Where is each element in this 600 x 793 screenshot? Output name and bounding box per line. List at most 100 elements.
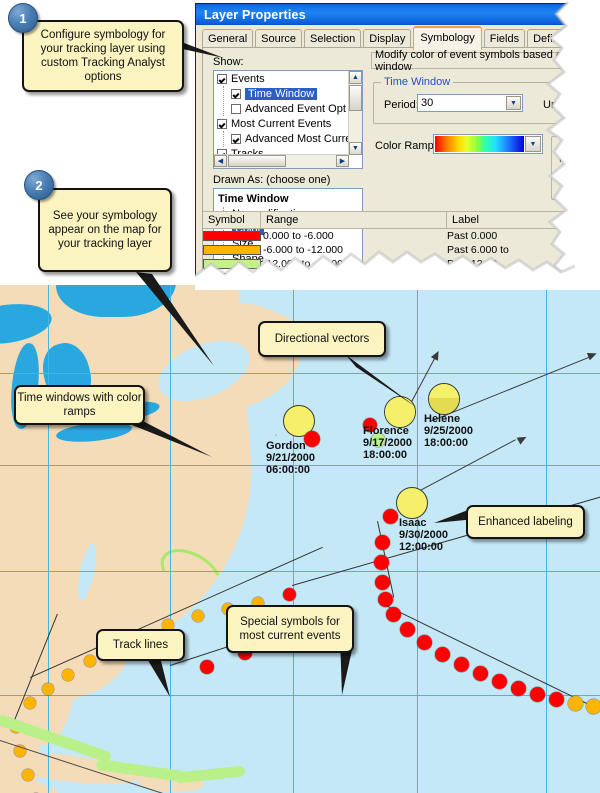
track-point bbox=[435, 647, 450, 662]
tree-item-time-window[interactable]: Time Window bbox=[214, 86, 349, 101]
badge-number: 2 bbox=[35, 177, 43, 193]
description-box: Modify color of event symbols based on t… bbox=[371, 49, 594, 73]
callout-enhanced-labeling: Enhanced labeling bbox=[466, 505, 585, 539]
checkbox-icon[interactable] bbox=[231, 88, 241, 99]
tree-item-events[interactable]: Events bbox=[214, 71, 349, 86]
callout-text: Special symbols for most current events bbox=[239, 616, 341, 642]
storm-label-gordon: Gordon 9/21/2000 06:00:00 bbox=[266, 440, 315, 476]
tree-scrollbar-horizontal[interactable]: ◀ ▶ bbox=[214, 154, 349, 168]
grid-line-horizontal bbox=[0, 373, 600, 374]
tree-scrollbar-vertical[interactable]: ▲ ▼ bbox=[348, 71, 362, 155]
scroll-thumb-vertical[interactable] bbox=[349, 85, 362, 111]
grid-line-horizontal bbox=[0, 571, 600, 572]
tree-item-advanced-most-current[interactable]: Advanced Most Curre bbox=[214, 131, 349, 146]
column-header-label[interactable]: Label bbox=[447, 212, 594, 228]
range-text: -6.000 to -12.000 bbox=[263, 244, 343, 256]
label-text: Past 0.000 bbox=[447, 230, 498, 242]
track-point bbox=[530, 687, 545, 702]
track-point bbox=[400, 622, 415, 637]
layer-properties-dialog[interactable]: Layer Properties General Source Selectio… bbox=[195, 3, 595, 286]
header-text: Range bbox=[266, 214, 299, 226]
label-text: Past 12.00 bbox=[447, 258, 498, 270]
track-point bbox=[375, 575, 390, 590]
callout-time-windows: Time windows with color ramps bbox=[14, 385, 145, 425]
map-canvas[interactable]: Florence 9/17/2000 18:00:00 Helene 9/25/… bbox=[0, 285, 600, 793]
track-point bbox=[24, 697, 36, 709]
track-point bbox=[492, 674, 507, 689]
scroll-up-button[interactable]: ▲ bbox=[349, 71, 362, 84]
drawn-as-label: Drawn As: (choose one) bbox=[213, 174, 331, 186]
track-point bbox=[375, 535, 390, 550]
tab-label: Selection bbox=[310, 33, 356, 45]
column-header-range[interactable]: Range bbox=[261, 212, 447, 228]
track-point bbox=[283, 588, 296, 601]
tab-strip[interactable]: General Source Selection Display Symbolo… bbox=[202, 26, 594, 50]
tab-selection[interactable]: Selection bbox=[304, 29, 362, 48]
how-combobox[interactable]: Pas bbox=[585, 148, 594, 166]
callout-track-lines: Track lines bbox=[96, 629, 185, 661]
current-event-symbol-isaac[interactable] bbox=[396, 487, 428, 519]
tab-source[interactable]: Source bbox=[255, 29, 302, 48]
callout-text: See your symbology appear on the map for… bbox=[48, 210, 162, 250]
callout-text: Enhanced labeling bbox=[478, 516, 573, 528]
drawn-as-header: Time Window bbox=[218, 193, 289, 205]
tab-symbology[interactable]: Symbology bbox=[413, 26, 482, 50]
symbol-swatch[interactable] bbox=[203, 245, 261, 255]
track-point bbox=[549, 692, 564, 707]
symbol-swatch[interactable] bbox=[203, 231, 261, 241]
track-point bbox=[511, 681, 526, 696]
period-combobox[interactable]: 30 ▼ bbox=[417, 94, 523, 112]
storm-time: 18:00:00 bbox=[424, 437, 469, 449]
chevron-down-icon[interactable]: ▼ bbox=[525, 136, 541, 152]
table-row[interactable]: 0.000 to -6.000 Past 0.000 bbox=[203, 230, 594, 242]
track-point bbox=[454, 657, 469, 672]
color-ramp-preview bbox=[435, 136, 524, 152]
tab-definition-query[interactable]: Definition Query bbox=[527, 29, 594, 48]
callout-text: Configure symbology for your tracking la… bbox=[40, 29, 166, 83]
storm-date: 9/25/2000 bbox=[424, 425, 473, 437]
dialog-title-bar[interactable]: Layer Properties bbox=[196, 4, 594, 25]
range-text: -12.000 to -18.000 bbox=[263, 258, 349, 270]
callout-special-symbols: Special symbols for most current events bbox=[226, 605, 354, 653]
color-ramp-combobox[interactable]: ▼ bbox=[433, 134, 543, 154]
units-combobox[interactable]: Day bbox=[573, 94, 594, 112]
column-header-symbol[interactable]: Symbol bbox=[203, 212, 261, 228]
tree-item-most-current-events[interactable]: Most Current Events bbox=[214, 116, 349, 131]
track-point bbox=[473, 666, 488, 681]
track-point bbox=[383, 509, 398, 524]
checkbox-icon[interactable] bbox=[217, 73, 227, 84]
tree-item-label: Most Current Events bbox=[231, 117, 332, 130]
tab-label: Display bbox=[369, 33, 406, 45]
tab-fields[interactable]: Fields bbox=[483, 29, 526, 48]
range-text: -18.000 to -24.000 bbox=[263, 272, 349, 284]
checkbox-icon[interactable] bbox=[231, 133, 241, 144]
chevron-down-icon[interactable]: ▼ bbox=[506, 96, 521, 110]
tab-display[interactable]: Display bbox=[363, 29, 412, 48]
show-tree-listbox[interactable]: Events Time Window Advanced Event Opt Mo… bbox=[213, 70, 363, 169]
tree-item-advanced-event-opt[interactable]: Advanced Event Opt bbox=[214, 101, 349, 116]
table-row[interactable]: -12.000 to -18.000 Past 12.00 bbox=[203, 258, 594, 270]
leader-line-track-lines bbox=[146, 657, 170, 697]
scroll-down-button[interactable]: ▼ bbox=[349, 142, 362, 155]
table-row[interactable]: -18.000 to -24.000 Past 18.0 bbox=[203, 272, 594, 284]
tree-item-label: Time Window bbox=[245, 87, 318, 100]
classification-groupbox bbox=[551, 136, 594, 200]
table-row[interactable]: -6.000 to -12.000 Past 6.000 to bbox=[203, 244, 594, 256]
callout-text: Time windows with color ramps bbox=[17, 392, 142, 418]
scroll-left-button[interactable]: ◀ bbox=[214, 155, 227, 167]
scroll-thumb-horizontal[interactable] bbox=[228, 155, 286, 167]
track-point bbox=[192, 610, 204, 622]
track-green-caribbean-3 bbox=[174, 765, 246, 784]
arrowhead-icon bbox=[586, 349, 599, 361]
symbol-table-header: Symbol Range Label bbox=[203, 211, 594, 229]
checkbox-icon[interactable] bbox=[231, 103, 241, 114]
tab-label: Symbology bbox=[420, 32, 475, 44]
symbol-swatch[interactable] bbox=[203, 259, 261, 269]
dialog-title: Layer Properties bbox=[204, 7, 306, 22]
label-text: Past 18.0 bbox=[447, 272, 492, 284]
period-value: 30 bbox=[421, 97, 434, 109]
checkbox-icon[interactable] bbox=[217, 118, 227, 129]
scroll-right-button[interactable]: ▶ bbox=[336, 155, 349, 167]
callout-badge-2: 2 bbox=[24, 170, 54, 200]
how-label: How: bbox=[559, 153, 585, 165]
